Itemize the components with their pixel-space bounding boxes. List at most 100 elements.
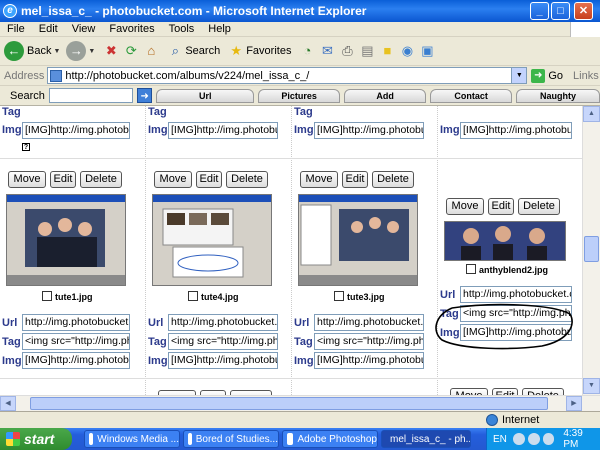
select-checkbox[interactable] <box>42 291 52 301</box>
photo-column-3: Tag Img [IMG]http://img.photobuc Move Ed… <box>292 106 438 395</box>
img-code-field[interactable]: [IMG]http://img.photobuc <box>314 122 424 139</box>
scroll-up-icon[interactable]: ▲ <box>583 106 600 122</box>
move-button[interactable]: Move <box>446 198 484 215</box>
task-label: Bored of Studies... <box>195 433 278 445</box>
research-icon[interactable]: ▣ <box>417 41 437 61</box>
tab-naughty[interactable]: Naughty <box>516 88 600 103</box>
task-photoshop[interactable]: Adobe Photoshop <box>282 430 378 448</box>
move-button[interactable]: Move <box>300 171 338 188</box>
refresh-icon[interactable]: ⟳ <box>121 41 141 61</box>
language-indicator[interactable]: EN <box>493 434 507 445</box>
stop-icon[interactable]: ✖ <box>101 41 121 61</box>
img-code-field[interactable]: [IMG]http://img.photobuc <box>168 352 278 369</box>
photo-thumbnail[interactable] <box>152 194 272 286</box>
messenger-icon[interactable]: ◉ <box>397 41 417 61</box>
move-button[interactable]: Move <box>450 388 488 395</box>
menu-view[interactable]: View <box>65 23 103 35</box>
photo-column-2: Tag Img [IMG]http://img.photobuc Move Ed… <box>146 106 292 395</box>
edit-button[interactable]: Edit <box>196 171 222 188</box>
folder-icon[interactable]: ■ <box>377 41 397 61</box>
forward-dropdown-icon[interactable]: ▼ <box>88 48 95 55</box>
start-button[interactable]: start <box>0 428 72 450</box>
img-code-field[interactable]: [IMG]http://img.photobuc <box>22 122 130 139</box>
task-bored-of-studies[interactable]: Bored of Studies... <box>183 430 279 448</box>
search-toolbar-go-icon[interactable]: ➜ <box>136 88 153 103</box>
maximize-button[interactable]: □ <box>551 2 570 20</box>
links-label[interactable]: Links <box>573 70 599 82</box>
delete-button[interactable]: Delete <box>80 171 122 188</box>
move-button[interactable]: Move <box>8 171 46 188</box>
menu-help[interactable]: Help <box>201 23 238 35</box>
url-code-field[interactable]: http://img.photobucket.c <box>22 314 130 331</box>
menu-tools[interactable]: Tools <box>162 23 202 35</box>
delete-button[interactable]: Delete <box>518 198 560 215</box>
task-windows-media[interactable]: Windows Media ... <box>84 430 180 448</box>
tray-icon-3[interactable] <box>542 433 555 445</box>
url-code-field[interactable]: http://img.photobucket.c <box>314 314 424 331</box>
scroll-down-icon[interactable]: ▼ <box>583 378 600 394</box>
select-checkbox[interactable] <box>188 291 198 301</box>
edit-button[interactable]: Edit <box>492 388 518 395</box>
edit-page-icon[interactable]: ▤ <box>357 41 377 61</box>
url-code-field[interactable]: http://img.photobucket.c <box>168 314 278 331</box>
menu-file[interactable]: File <box>0 23 32 35</box>
tray-icon-1[interactable] <box>512 433 525 445</box>
address-input[interactable]: http://photobucket.com/albums/v224/mel_i… <box>47 67 528 84</box>
tab-add[interactable]: Add <box>344 88 427 103</box>
print-icon[interactable]: ⎙ <box>337 41 357 61</box>
favorites-star-icon: ★ <box>230 43 243 58</box>
search-toolbar-input[interactable] <box>48 88 133 103</box>
photo-thumbnail[interactable] <box>444 221 566 261</box>
system-tray: EN 4:39 PM <box>486 428 600 450</box>
select-checkbox[interactable] <box>334 291 344 301</box>
favorites-button[interactable]: ★ Favorites <box>226 41 291 61</box>
menu-edit[interactable]: Edit <box>32 23 65 35</box>
edit-button[interactable]: Edit <box>342 171 368 188</box>
edit-button[interactable]: Edit <box>488 198 514 215</box>
scroll-left-icon[interactable]: ◀ <box>0 396 16 411</box>
delete-button[interactable]: Delete <box>226 171 268 188</box>
img-code-field[interactable]: [IMG]http://img.photobuc <box>314 352 424 369</box>
edit-button[interactable]: Edit <box>50 171 76 188</box>
delete-button[interactable]: Delete <box>372 171 414 188</box>
tray-icon-2[interactable] <box>527 433 540 445</box>
row-divider <box>0 158 582 159</box>
mail-icon[interactable]: ✉ <box>317 41 337 61</box>
close-button[interactable]: ✕ <box>574 2 593 20</box>
horizontal-scrollbar[interactable]: ◀ ▶ <box>0 395 600 411</box>
menu-favorites[interactable]: Favorites <box>102 23 161 35</box>
home-icon[interactable]: ⌂ <box>141 41 161 61</box>
move-button[interactable]: Move <box>154 171 192 188</box>
vertical-scrollbar[interactable]: ▲ ▼ <box>582 106 600 395</box>
photo-thumbnail[interactable] <box>6 194 126 286</box>
tab-contact[interactable]: Contact <box>430 88 513 103</box>
img-code-field[interactable]: [IMG]http://img.photobuc <box>22 352 130 369</box>
tab-url[interactable]: Url <box>156 88 255 103</box>
minimize-button[interactable]: _ <box>530 2 549 20</box>
img-label: Img <box>440 124 460 136</box>
tag-code-field[interactable]: <img src="http://img.pho <box>314 333 424 350</box>
windows-logo-icon <box>6 432 20 446</box>
scroll-right-icon[interactable]: ▶ <box>566 396 582 411</box>
img-code-field[interactable]: [IMG]http://img.photobuc <box>168 122 278 139</box>
delete-button[interactable]: Delete <box>522 388 564 395</box>
vertical-scroll-thumb[interactable] <box>584 236 599 262</box>
forward-button[interactable]: → ▼ <box>66 41 95 61</box>
back-button[interactable]: ← Back ▼ <box>4 41 60 61</box>
tab-pictures[interactable]: Pictures <box>258 88 341 103</box>
history-icon[interactable]: ◔ <box>297 41 317 61</box>
tag-code-field[interactable]: <img src="http://img.pho <box>168 333 278 350</box>
img-code-field[interactable]: [IMG]http://img.photobuc <box>460 122 572 139</box>
select-checkbox[interactable] <box>466 264 476 274</box>
tag-code-field[interactable]: <img src="http://img.pho <box>22 333 130 350</box>
task-photobucket[interactable]: mel_issa_c_ - ph... <box>381 430 471 448</box>
photo-thumbnail[interactable] <box>298 194 418 286</box>
tag-label: Tag <box>294 336 313 348</box>
photo-filename: tute1.jpg <box>55 292 93 302</box>
address-dropdown-icon[interactable]: ▼ <box>511 68 527 83</box>
back-dropdown-icon[interactable]: ▼ <box>53 48 60 55</box>
horizontal-scroll-thumb[interactable] <box>30 397 548 410</box>
photo-column-4: Img [IMG]http://img.photobuc Move Edit D… <box>435 106 582 395</box>
search-button[interactable]: ⌕ Search <box>165 41 221 61</box>
go-button[interactable]: ➜ Go <box>531 68 563 83</box>
